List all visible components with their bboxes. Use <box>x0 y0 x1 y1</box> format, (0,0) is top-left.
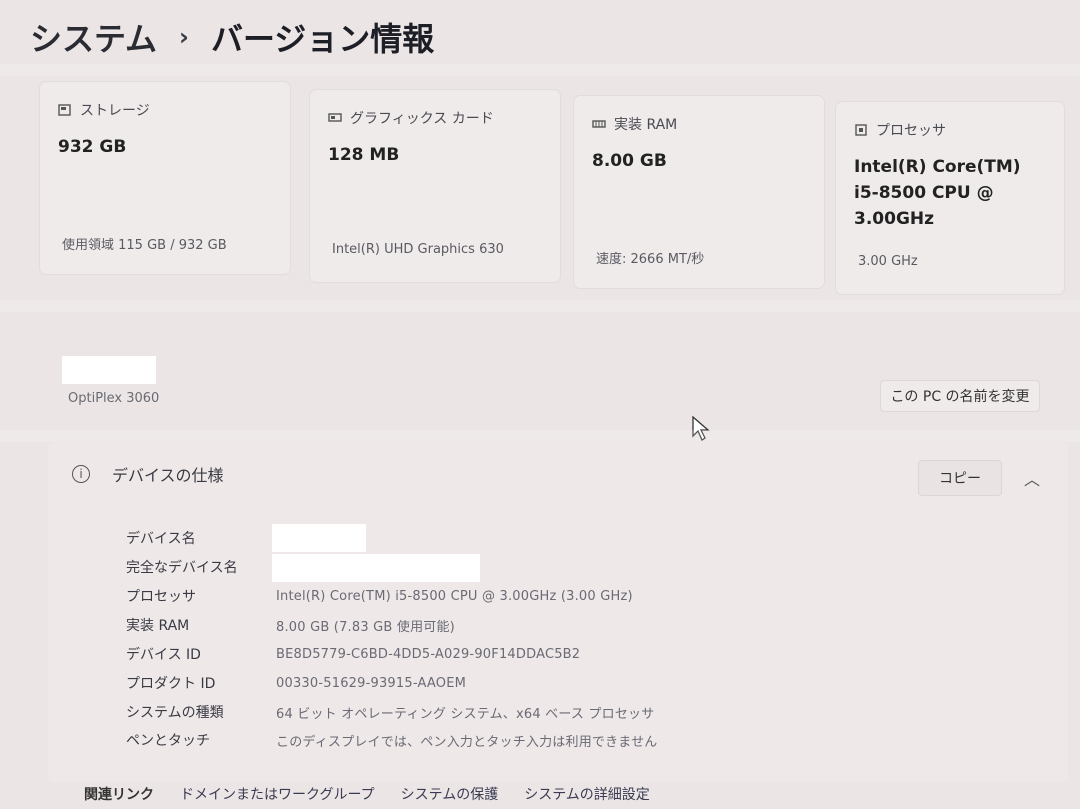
device-specs-panel: i デバイスの仕様 コピー ︿ デバイス名 完全なデバイス名 プロセッサ Int… <box>48 442 1068 782</box>
processor-card-detail: 3.00 GHz <box>858 254 918 269</box>
storage-card: ストレージ 932 GB 使用領域 115 GB / 932 GB <box>40 82 290 274</box>
spec-label: 完全なデバイス名 <box>126 560 238 576</box>
storage-card-value: 932 GB <box>58 137 127 157</box>
texture-stripe <box>0 300 1080 312</box>
mouse-pointer-icon <box>692 416 710 441</box>
storage-icon <box>58 104 71 116</box>
spec-label: プロダクト ID <box>126 676 216 692</box>
device-model: OptiPlex 3060 <box>68 391 160 406</box>
ram-card: 実装 RAM 8.00 GB 速度: 2666 MT/秒 <box>574 96 824 288</box>
page-title: バージョン情報 <box>210 20 435 58</box>
info-icon: i <box>72 465 90 483</box>
related-links: 関連リンク ドメインまたはワークグループ システムの保護 システムの詳細設定 <box>84 784 650 804</box>
spec-row: プロダクト ID 00330-51629-93915-AAOEM <box>126 669 466 697</box>
chevron-up-icon[interactable]: ︿ <box>1024 466 1040 490</box>
spec-label: システムの種類 <box>126 705 224 721</box>
storage-card-title: ストレージ <box>80 103 150 119</box>
graphics-card: グラフィックス カード 128 MB Intel(R) UHD Graphics… <box>310 90 560 282</box>
spec-value: BE8D5779-C6BD-4DD5-A029-90F14DDAC5B2 <box>276 646 581 662</box>
graphics-card-detail: Intel(R) UHD Graphics 630 <box>332 242 504 257</box>
system-protection-link[interactable]: システムの保護 <box>401 784 499 804</box>
ram-card-title: 実装 RAM <box>614 117 678 133</box>
spec-value: Intel(R) Core(TM) i5-8500 CPU @ 3.00GHz … <box>276 588 633 604</box>
graphics-card-icon <box>328 113 342 122</box>
storage-card-detail: 使用領域 115 GB / 932 GB <box>62 238 227 253</box>
spec-cards: ストレージ 932 GB 使用領域 115 GB / 932 GB グラフィック… <box>40 82 1070 294</box>
breadcrumb: システム › バージョン情報 <box>30 14 434 60</box>
spec-value: 64 ビット オペレーティング システム、x64 ベース プロセッサ <box>276 706 655 722</box>
spec-row: 完全なデバイス名 <box>126 553 276 581</box>
texture-stripe <box>0 64 1080 76</box>
device-name-redacted <box>62 356 156 384</box>
spec-row: プロセッサ Intel(R) Core(TM) i5-8500 CPU @ 3.… <box>126 582 633 610</box>
spec-row: 実装 RAM 8.00 GB (7.83 GB 使用可能) <box>126 611 455 639</box>
spec-row: システムの種類 64 ビット オペレーティング システム、x64 ベース プロセ… <box>126 698 654 726</box>
graphics-card-title: グラフィックス カード <box>350 111 494 127</box>
domain-workgroup-link[interactable]: ドメインまたはワークグループ <box>180 784 375 804</box>
rename-pc-button[interactable]: この PC の名前を変更 <box>880 380 1040 412</box>
processor-icon <box>855 124 867 136</box>
processor-card-value: Intel(R) Core(TM) i5-8500 CPU @ 3.00GHz <box>854 157 1021 229</box>
processor-card: プロセッサ Intel(R) Core(TM) i5-8500 CPU @ 3.… <box>836 102 1064 294</box>
processor-card-title: プロセッサ <box>876 123 946 139</box>
device-name-value-redacted <box>272 524 366 552</box>
ram-card-value: 8.00 GB <box>592 151 667 171</box>
chevron-right-icon: › <box>179 23 189 51</box>
spec-value: 00330-51629-93915-AAOEM <box>276 675 467 691</box>
spec-row: デバイス名 <box>126 524 276 552</box>
ram-icon <box>592 120 606 128</box>
spec-value: 8.00 GB (7.83 GB 使用可能) <box>276 619 455 635</box>
ram-card-detail: 速度: 2666 MT/秒 <box>596 252 705 267</box>
copy-button[interactable]: コピー <box>918 460 1002 496</box>
related-links-title: 関連リンク <box>84 787 154 803</box>
advanced-system-settings-link[interactable]: システムの詳細設定 <box>524 784 650 804</box>
spec-row: ペンとタッチ このディスプレイでは、ペン入力とタッチ入力は利用できません <box>126 726 658 754</box>
spec-row: デバイス ID BE8D5779-C6BD-4DD5-A029-90F14DDA… <box>126 640 580 668</box>
spec-label: ペンとタッチ <box>126 733 210 749</box>
device-specs-header[interactable]: i デバイスの仕様 <box>72 462 224 486</box>
device-specs-title: デバイスの仕様 <box>112 466 224 485</box>
graphics-card-value: 128 MB <box>328 145 400 165</box>
spec-label: デバイス ID <box>126 647 201 663</box>
breadcrumb-system[interactable]: システム <box>30 14 157 60</box>
spec-label: デバイス名 <box>126 531 196 547</box>
spec-label: 実装 RAM <box>126 618 190 634</box>
spec-label: プロセッサ <box>126 589 196 605</box>
full-device-name-value-redacted <box>272 554 480 582</box>
texture-stripe <box>0 430 1080 442</box>
spec-value: このディスプレイでは、ペン入力とタッチ入力は利用できません <box>276 734 658 750</box>
